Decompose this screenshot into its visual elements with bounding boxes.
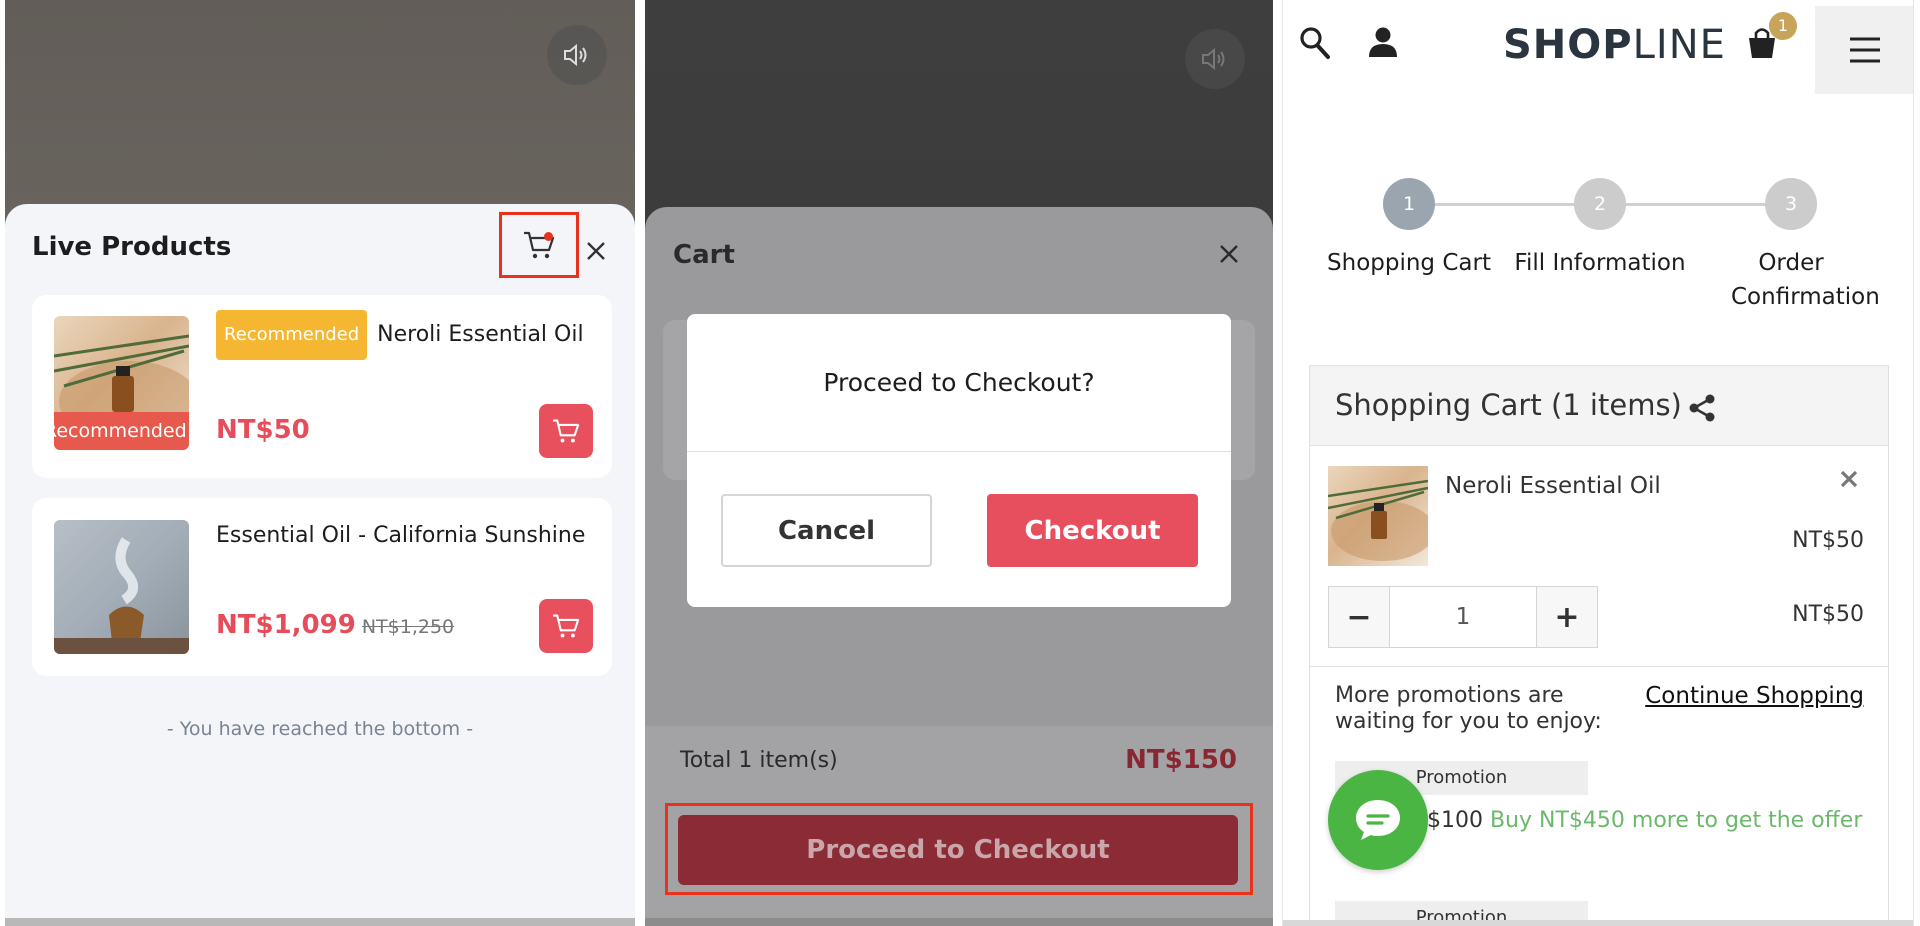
dialog-divider (687, 451, 1231, 452)
divider (1310, 666, 1888, 667)
close-sheet-button[interactable] (1212, 237, 1246, 271)
user-icon (1369, 27, 1397, 57)
step-connector (1601, 203, 1773, 206)
quantity-decrease-button[interactable]: − (1328, 586, 1390, 648)
diffuser-illustration (54, 520, 189, 654)
quantity-increase-button[interactable]: + (1536, 586, 1598, 648)
product-name: Essential Oil - California Sunshine (216, 523, 586, 548)
cart-item-unit-price: NT$50 (1792, 528, 1864, 553)
product-name-text: Neroli Essential Oil (377, 322, 584, 347)
sheet-title: Cart (673, 240, 735, 270)
chat-bubble-icon (1356, 800, 1400, 840)
cart-item-total: NT$50 (1792, 602, 1864, 627)
shopline-logo[interactable]: SHOPLINE (1503, 22, 1726, 68)
step-connector (1411, 203, 1581, 206)
cart-item-name[interactable]: Neroli Essential Oil (1445, 473, 1661, 499)
close-sheet-button[interactable] (579, 234, 613, 268)
product-card[interactable]: Essential Oil - California Sunshine NT$1… (32, 498, 612, 676)
oil-bottle-illustration (1328, 479, 1428, 561)
shopline-cart-page: SHOPLINE 1 1 2 3 Shopping Cart Fill Info… (1282, 0, 1914, 926)
product-price: NT$50 (216, 415, 310, 445)
speaker-icon (1202, 47, 1225, 71)
account-button[interactable] (1367, 26, 1399, 62)
step-2-label: Fill Information (1514, 250, 1686, 276)
total-label: Total 1 item(s) (680, 748, 838, 773)
bottom-bar (645, 918, 1273, 926)
share-icon (1689, 394, 1715, 422)
share-button[interactable] (1688, 394, 1716, 426)
step-3-label: Order Confirmation (1731, 250, 1880, 310)
hamburger-menu-icon (1850, 37, 1880, 63)
sound-toggle-button[interactable] (1185, 29, 1245, 89)
close-icon (587, 242, 605, 260)
bottom-bar (1283, 920, 1913, 926)
minus-icon: − (1346, 599, 1372, 635)
product-image (54, 520, 189, 654)
cart-title: Shopping Cart (1 items) (1335, 388, 1682, 422)
total-value: NT$150 (1125, 745, 1237, 775)
cart-icon (553, 614, 580, 638)
close-icon (1220, 245, 1238, 263)
search-button[interactable] (1299, 26, 1331, 64)
cart-notification-dot (544, 232, 553, 241)
cart-icon (553, 419, 580, 443)
product-name: Recommended Neroli Essential Oil (216, 310, 596, 360)
bottom-bar (5, 918, 635, 926)
add-to-cart-button[interactable] (539, 599, 593, 653)
confirm-dialog: Proceed to Checkout? Cancel Checkout (687, 314, 1231, 607)
open-cart-button[interactable] (499, 212, 579, 278)
cart-item-image (1328, 466, 1428, 566)
checkout-button[interactable]: Checkout (987, 494, 1198, 567)
logo-light: LINE (1632, 22, 1726, 68)
sheet-title: Live Products (32, 232, 232, 262)
cancel-button[interactable]: Cancel (721, 494, 932, 567)
remove-item-button[interactable] (1840, 466, 1858, 494)
step-3-circle: 3 (1765, 178, 1817, 230)
promo-intro-text: More promotions are waiting for you to e… (1335, 683, 1602, 734)
step-2-circle: 2 (1574, 178, 1626, 230)
search-icon (1300, 27, 1330, 59)
step-1-label: Shopping Cart (1327, 250, 1491, 276)
logo-bold: SHOP (1503, 22, 1633, 68)
end-of-list-note: - You have reached the bottom - (166, 718, 474, 740)
product-sale-price: NT$1,099 (216, 610, 356, 640)
continue-shopping-link[interactable]: Continue Shopping (1645, 683, 1864, 709)
chat-button[interactable] (1328, 770, 1428, 870)
cart-header: Shopping Cart (1 items) (1310, 366, 1888, 446)
recommended-badge: Recommended (216, 310, 368, 360)
cart-count-badge: 1 (1769, 12, 1797, 40)
product-price: NT$1,099 NT$1,250 (216, 610, 454, 640)
live-products-panel: Live Products Recommended Product Recomm… (5, 0, 635, 926)
sound-toggle-button[interactable] (547, 25, 607, 85)
menu-button[interactable] (1815, 6, 1913, 94)
add-to-cart-button[interactable] (539, 404, 593, 458)
product-image: Recommended Product (54, 316, 189, 450)
speaker-icon (564, 43, 587, 67)
product-old-price: NT$1,250 (361, 616, 455, 638)
cart-panel: Cart Total 1 item(s) NT$150 Proceed to C… (645, 0, 1273, 926)
proceed-to-checkout-button[interactable]: Proceed to Checkout (678, 815, 1238, 885)
promotion-hint: Buy NT$450 more to get the offer (1489, 808, 1863, 833)
dialog-message: Proceed to Checkout? (823, 368, 1095, 397)
close-icon (1840, 470, 1858, 488)
quantity-input[interactable]: 1 (1389, 586, 1537, 648)
product-thumb-label: Recommended Product (54, 412, 189, 450)
product-card[interactable]: Recommended Product Recommended Neroli Es… (32, 295, 612, 478)
plus-icon: + (1554, 599, 1580, 635)
step-1-circle: 1 (1383, 178, 1435, 230)
